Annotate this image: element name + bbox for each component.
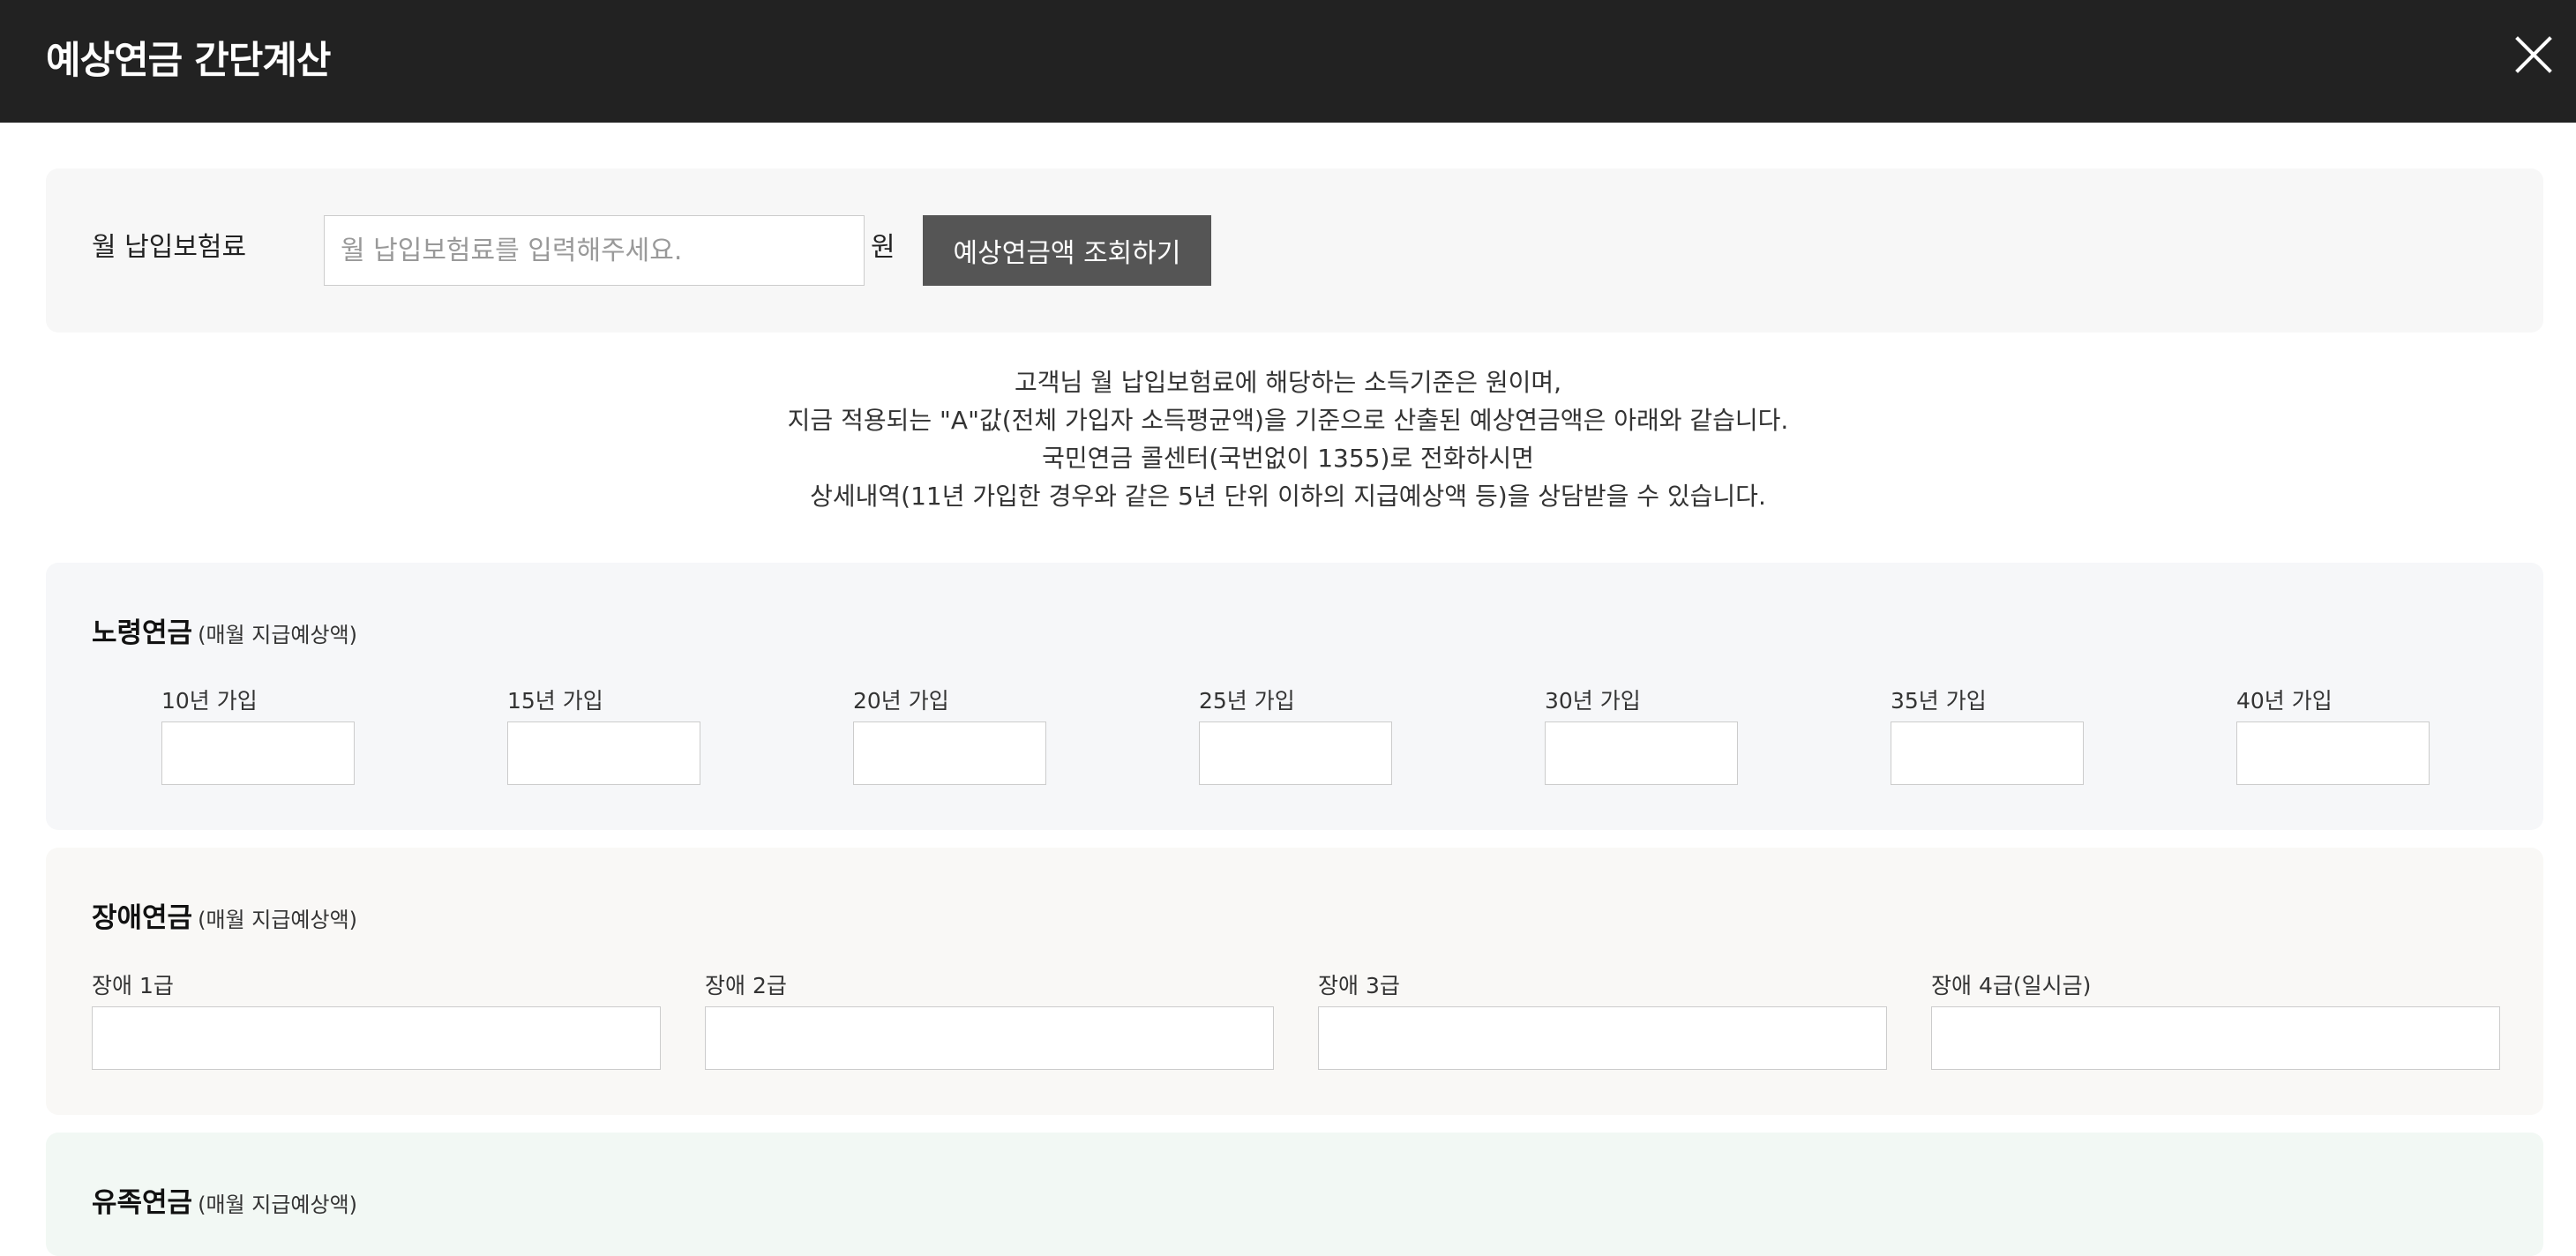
old-age-pension-section: 노령연금 (매월 지급예상액) 10년 가입 15년 가입 20년 가입 25년 … <box>46 563 2543 830</box>
field-label: 장애 2급 <box>705 973 787 998</box>
old-age-30y-input[interactable] <box>1545 721 1738 785</box>
page-title: 예상연금 간단계산 <box>46 39 331 83</box>
old-age-25y-input[interactable] <box>1199 721 1392 785</box>
disability-grade2-input[interactable] <box>705 1006 1274 1070</box>
section-title-main: 노령연금 <box>92 617 193 649</box>
field-label: 40년 가입 <box>2236 688 2333 714</box>
premium-label: 월 납입보험료 <box>92 232 247 263</box>
disability-grade1-input[interactable] <box>92 1006 661 1070</box>
field-label: 35년 가입 <box>1891 688 1987 714</box>
survivor-pension-section: 유족연금 (매월 지급예상액) <box>46 1133 2543 1256</box>
section-title: 유족연금 (매월 지급예상액) <box>92 1180 357 1220</box>
notice-line: 상세내역(11년 가입한 경우와 같은 5년 단위 이하의 지급예상액 등)을 … <box>810 482 1766 511</box>
section-title: 노령연금 (매월 지급예상액) <box>92 610 357 650</box>
field-label: 장애 4급(일시금) <box>1931 973 2092 998</box>
section-title-sub: (매월 지급예상액) <box>198 908 358 932</box>
field-label: 30년 가입 <box>1545 688 1641 714</box>
close-button[interactable] <box>2512 34 2555 76</box>
field-label: 25년 가입 <box>1199 688 1295 714</box>
modal-header: 예상연금 간단계산 <box>0 0 2576 123</box>
section-title-main: 장애연금 <box>92 902 193 934</box>
field-label: 장애 1급 <box>92 973 174 998</box>
old-age-20y-input[interactable] <box>853 721 1046 785</box>
old-age-40y-input[interactable] <box>2236 721 2430 785</box>
notice-line: 고객님 월 납입보험료에 해당하는 소득기준은 원이며, <box>1014 368 1562 397</box>
old-age-15y-input[interactable] <box>507 721 700 785</box>
close-icon <box>2515 36 2552 73</box>
notice-line: 국민연금 콜센터(국번없이 1355)로 전화하시면 <box>1042 444 1534 473</box>
old-age-10y-input[interactable] <box>161 721 355 785</box>
field-label: 10년 가입 <box>161 688 258 714</box>
old-age-35y-input[interactable] <box>1891 721 2084 785</box>
section-title-main: 유족연금 <box>92 1187 193 1219</box>
query-pension-button[interactable]: 예상연금액 조회하기 <box>923 215 1211 286</box>
section-title-sub: (매월 지급예상액) <box>198 623 358 647</box>
disability-pension-section: 장애연금 (매월 지급예상액) 장애 1급 장애 2급 장애 3급 장애 4급(일… <box>46 848 2543 1115</box>
premium-unit: 원 <box>871 232 895 263</box>
notice-text: 고객님 월 납입보험료에 해당하는 소득기준은 원이며, 지금 적용되는 "A"… <box>0 363 2576 515</box>
disability-grade3-input[interactable] <box>1318 1006 1887 1070</box>
field-label: 장애 3급 <box>1318 973 1400 998</box>
section-title-sub: (매월 지급예상액) <box>198 1192 358 1217</box>
premium-input[interactable] <box>324 215 865 286</box>
field-label: 20년 가입 <box>853 688 949 714</box>
notice-line: 지금 적용되는 "A"값(전체 가입자 소득평균액)을 기준으로 산출된 예상연… <box>787 406 1789 435</box>
section-title: 장애연금 (매월 지급예상액) <box>92 895 357 935</box>
field-label: 15년 가입 <box>507 688 603 714</box>
premium-input-panel: 월 납입보험료 원 예상연금액 조회하기 <box>46 168 2543 333</box>
disability-grade4-input[interactable] <box>1931 1006 2500 1070</box>
